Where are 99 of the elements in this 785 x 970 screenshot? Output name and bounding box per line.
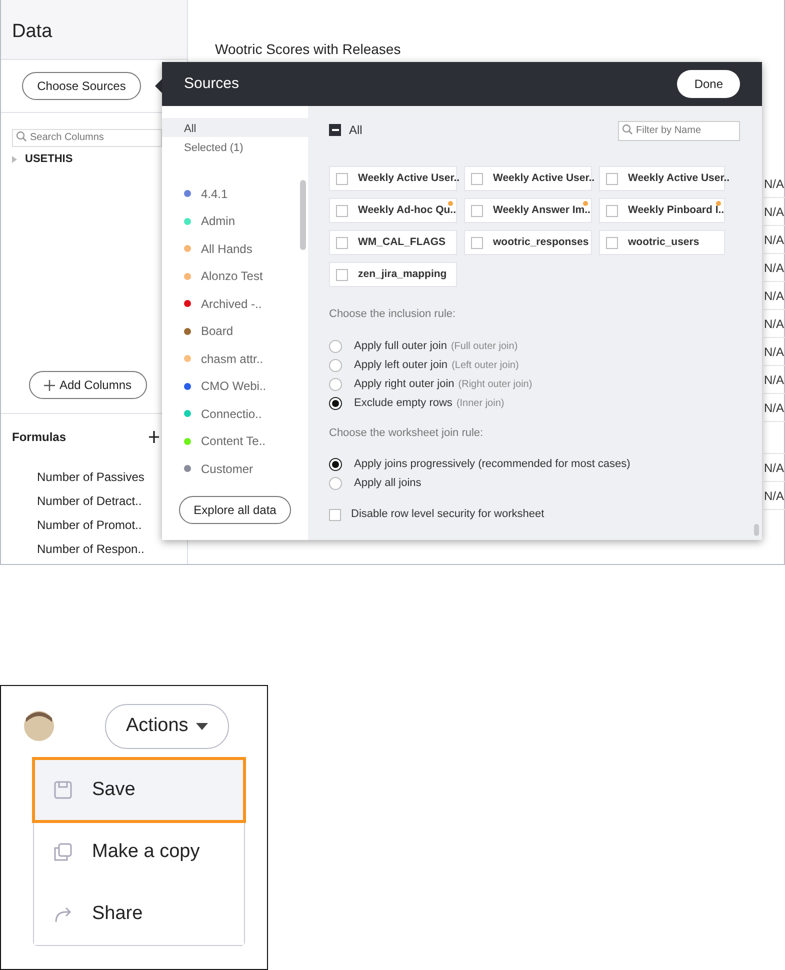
- radio-button[interactable]: [329, 477, 342, 490]
- choose-sources-button[interactable]: Choose Sources: [22, 72, 141, 100]
- formula-item[interactable]: Number of Respon..: [37, 540, 187, 564]
- source-item[interactable]: Alonzo Test: [201, 267, 263, 286]
- table-cell: N/A: [764, 394, 785, 422]
- table-tile[interactable]: Weekly Ad-hoc Qu..: [329, 198, 457, 223]
- checkbox[interactable]: [471, 172, 483, 184]
- tile-label: wootric_responses: [493, 234, 589, 250]
- checkbox[interactable]: [606, 172, 618, 184]
- tile-label: WM_CAL_FLAGS: [358, 234, 446, 250]
- source-item[interactable]: Archived -..: [201, 294, 262, 313]
- checkbox[interactable]: [606, 204, 618, 216]
- table-tile[interactable]: wootric_users: [599, 230, 725, 255]
- tile-label: Weekly Active User..: [358, 170, 460, 186]
- tile-label: Weekly Pinboard I..: [628, 202, 724, 218]
- source-item[interactable]: Connectio..: [201, 404, 262, 423]
- checkbox[interactable]: [336, 204, 348, 216]
- radio-note: (Inner join): [456, 396, 504, 410]
- checkbox[interactable]: [329, 508, 341, 520]
- table-cell: N/A: [764, 198, 785, 226]
- share-icon: [54, 905, 72, 923]
- collapsed-caret-icon[interactable]: [11, 156, 17, 163]
- radio-button[interactable]: [329, 396, 342, 410]
- plus-icon: [44, 380, 56, 390]
- radio-button[interactable]: [329, 340, 342, 352]
- filter-field[interactable]: Filter by Name: [618, 120, 740, 140]
- table-cell: N/A: [764, 226, 785, 254]
- table-tile[interactable]: Weekly Active User..: [464, 166, 592, 191]
- tile-label: zen_jira_mapping: [358, 266, 447, 282]
- caret-icon: [196, 722, 208, 730]
- add-columns-button[interactable]: Add Columns: [29, 371, 147, 399]
- radio-label: Exclude empty rows: [354, 396, 452, 411]
- table-cell: N/A: [764, 338, 785, 366]
- source-item[interactable]: Customer: [201, 460, 254, 478]
- table-tile[interactable]: WM_CAL_FLAGS: [329, 230, 457, 255]
- checkbox[interactable]: [336, 268, 348, 280]
- table-cell: N/A: [764, 282, 785, 310]
- checkbox-label: All: [349, 122, 362, 139]
- tile-label: Weekly Answer Im..: [493, 202, 590, 218]
- actions-button[interactable]: Actions: [105, 704, 230, 748]
- checkbox[interactable]: [606, 236, 618, 248]
- save-icon: [54, 781, 72, 799]
- tree-item[interactable]: USETHIS: [25, 151, 73, 168]
- table-tile[interactable]: zen_jira_mapping: [329, 262, 457, 287]
- copy-icon: [54, 843, 72, 861]
- scrollbar-thumb[interactable]: [754, 524, 759, 536]
- worksheet-title: Wootric Scores with Releases: [215, 40, 401, 59]
- table-tile[interactable]: Weekly Active User..: [329, 166, 457, 191]
- popover-title: Sources: [184, 74, 240, 94]
- tile-label: Weekly Active User..: [493, 170, 595, 186]
- filter-tab[interactable]: All: [162, 118, 308, 137]
- radio-label: Apply left outer join: [354, 358, 448, 373]
- scrollbar-thumb[interactable]: [300, 180, 306, 250]
- checkbox[interactable]: [471, 236, 483, 248]
- filter-tab[interactable]: Selected (1): [162, 137, 308, 156]
- table-cell: N/A: [764, 170, 785, 198]
- tile-label: Weekly Ad-hoc Qu..: [358, 202, 456, 218]
- menu-item[interactable]: Save: [34, 759, 244, 821]
- source-item[interactable]: All Hands: [201, 240, 252, 258]
- table-cell: N/A: [764, 310, 785, 338]
- table-tile[interactable]: Weekly Pinboard I..: [599, 198, 725, 223]
- checkbox[interactable]: [336, 172, 348, 184]
- table-tile[interactable]: Weekly Answer Im..: [464, 198, 592, 223]
- section-heading: Choose the inclusion rule:: [329, 307, 457, 322]
- source-item[interactable]: Board: [201, 322, 234, 340]
- radio-label: Apply right outer join: [354, 376, 454, 392]
- radio-label: Apply all joins: [354, 476, 422, 492]
- source-item[interactable]: Content Te..: [201, 432, 266, 450]
- search-icon: [16, 131, 27, 142]
- section-title: Formulas: [12, 429, 66, 446]
- table-cell: N/A: [764, 254, 785, 282]
- search-field[interactable]: Search Columns: [12, 128, 162, 146]
- radio-button[interactable]: [329, 378, 342, 390]
- source-item[interactable]: Admin: [201, 212, 236, 230]
- radio-button[interactable]: [329, 458, 342, 471]
- table-cell: N/A: [764, 454, 785, 482]
- checkbox-label: Disable row level security for worksheet: [351, 507, 544, 522]
- radio-label: Apply full outer join: [354, 338, 447, 354]
- radio-button[interactable]: [329, 358, 342, 372]
- source-item[interactable]: chasm attr..: [201, 350, 264, 368]
- tile-label: wootric_users: [628, 234, 700, 250]
- table-cell: N/A: [764, 482, 785, 510]
- source-item[interactable]: CMO Webi..: [201, 377, 266, 396]
- radio-label: Apply joins progressively (recommended for most cases): [354, 457, 630, 472]
- panel-title: Data: [1, 0, 187, 60]
- add-icon[interactable]: [149, 431, 159, 443]
- checkbox[interactable]: [336, 236, 348, 248]
- explore-all-data-button[interactable]: Explore all data: [178, 496, 292, 524]
- table-tile[interactable]: wootric_responses: [464, 230, 592, 255]
- radio-note: (Left outer join): [452, 358, 519, 372]
- done-button[interactable]: Done: [677, 70, 740, 98]
- source-item[interactable]: 4.4.1: [201, 184, 228, 203]
- checkbox[interactable]: [471, 204, 483, 216]
- radio-note: (Full outer join): [450, 340, 518, 354]
- radio-note: (Right outer join): [458, 378, 532, 392]
- table-cell: N/A: [764, 366, 785, 394]
- checkbox[interactable]: [329, 124, 341, 136]
- search-icon: [622, 124, 633, 135]
- section-heading: Choose the worksheet join rule:: [329, 426, 484, 440]
